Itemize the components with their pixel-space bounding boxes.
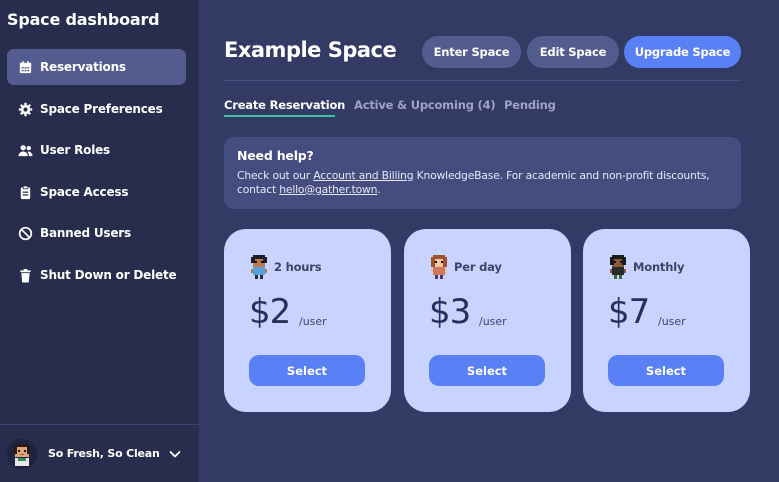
character-icon <box>429 255 449 279</box>
user-name: So Fresh, So Clean <box>48 447 160 460</box>
plan-label: Monthly <box>633 260 685 274</box>
header-divider <box>224 80 741 81</box>
sidebar-item-label: Banned Users <box>40 226 131 240</box>
plan-price: $2 <box>249 292 291 332</box>
active-tab-indicator <box>224 115 335 117</box>
character-icon <box>249 255 269 279</box>
trash-icon <box>17 267 33 283</box>
user-menu[interactable]: So Fresh, So Clean <box>0 424 199 482</box>
plan-label: 2 hours <box>274 260 322 274</box>
ban-icon <box>17 225 33 241</box>
clipboard-icon <box>17 184 33 200</box>
sidebar-item-label: Reservations <box>40 60 126 74</box>
sidebar-item-reservations[interactable]: Reservations <box>7 49 186 85</box>
help-text: Check out our Account and Billing Knowle… <box>237 169 728 196</box>
help-title: Need help? <box>237 148 314 163</box>
page-title: Example Space <box>224 38 397 62</box>
users-icon <box>17 142 33 158</box>
tab-pending[interactable]: Pending <box>504 98 556 112</box>
enter-space-button[interactable]: Enter Space <box>422 36 521 68</box>
upgrade-space-button[interactable]: Upgrade Space <box>624 36 741 68</box>
plan-price: $3 <box>429 292 471 332</box>
chevron-down-icon[interactable] <box>165 444 185 464</box>
sidebar-item-space-preferences[interactable]: Space Preferences <box>7 91 186 127</box>
plan-card-monthly: Monthly $7 /user Select <box>583 229 750 412</box>
plan-card-per-day: Per day $3 /user Select <box>404 229 571 412</box>
sidebar-item-shut-down-or-delete[interactable]: Shut Down or Delete <box>7 257 186 293</box>
gear-icon <box>17 101 33 117</box>
select-button[interactable]: Select <box>608 355 724 386</box>
email-link[interactable]: hello@gather.town <box>279 183 377 196</box>
tab-active-upcoming[interactable]: Active & Upcoming (4) <box>354 98 496 112</box>
sidebar-item-space-access[interactable]: Space Access <box>7 174 186 210</box>
account-billing-link[interactable]: Account and Billing <box>313 169 413 182</box>
plan-unit: /user <box>658 315 686 328</box>
sidebar-item-label: Space Preferences <box>40 102 163 116</box>
help-box: Need help? Check out our Account and Bil… <box>224 137 741 209</box>
sidebar-item-label: Shut Down or Delete <box>40 268 177 282</box>
avatar <box>7 438 37 469</box>
calendar-icon <box>17 59 33 75</box>
sidebar-item-banned-users[interactable]: Banned Users <box>7 215 186 251</box>
sidebar-item-label: Space Access <box>40 185 129 199</box>
plan-unit: /user <box>299 315 327 328</box>
character-icon <box>608 255 628 279</box>
sidebar-item-label: User Roles <box>40 143 111 157</box>
help-text-part: Check out our <box>237 169 314 182</box>
help-text-part: . <box>377 182 381 196</box>
select-button[interactable]: Select <box>429 355 545 386</box>
plan-price: $7 <box>608 292 650 332</box>
sidebar-title: Space dashboard <box>7 10 160 29</box>
plan-card-2-hours: 2 hours $2 /user Select <box>224 229 391 412</box>
sidebar-item-user-roles[interactable]: User Roles <box>7 132 186 168</box>
tab-create-reservation[interactable]: Create Reservation <box>224 98 345 112</box>
select-button[interactable]: Select <box>249 355 365 386</box>
edit-space-button[interactable]: Edit Space <box>527 36 619 68</box>
plan-label: Per day <box>454 260 502 274</box>
sidebar: Space dashboard Reservations Space Prefe… <box>0 0 199 482</box>
plan-unit: /user <box>479 315 507 328</box>
